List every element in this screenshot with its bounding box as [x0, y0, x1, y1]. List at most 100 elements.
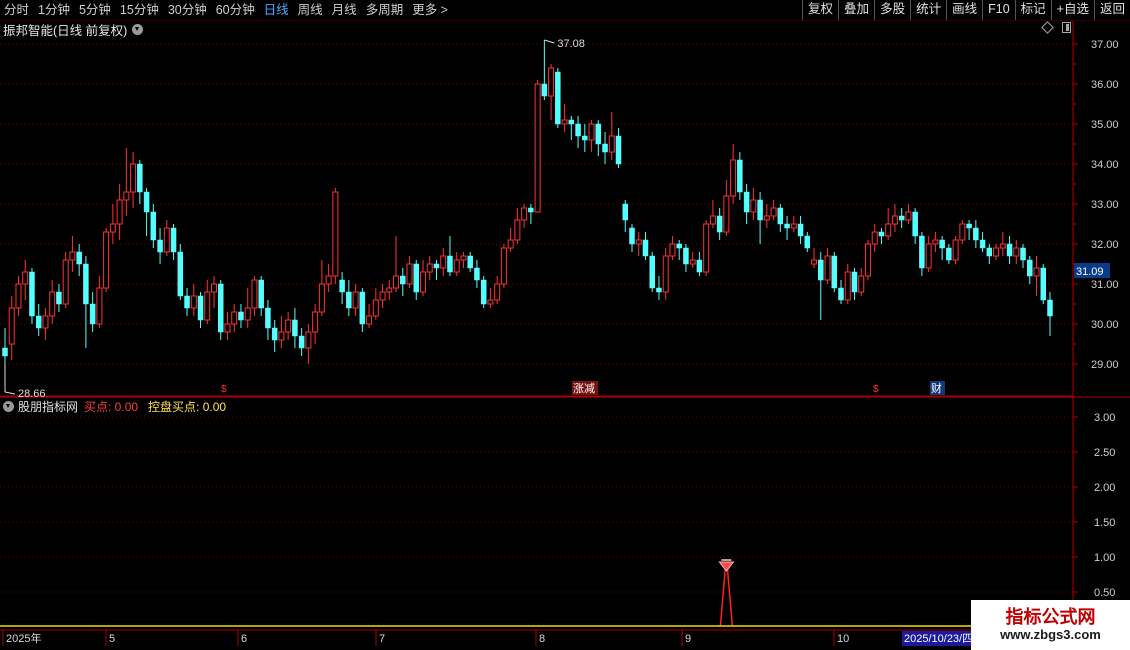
candle[interactable] — [393, 236, 400, 292]
candle[interactable] — [568, 116, 575, 140]
candle[interactable] — [858, 268, 865, 296]
candle[interactable] — [190, 284, 197, 316]
candle[interactable] — [143, 188, 150, 236]
candle[interactable] — [656, 276, 662, 300]
candle[interactable] — [999, 232, 1006, 256]
candle[interactable] — [386, 280, 393, 300]
candle[interactable] — [400, 268, 406, 296]
candle[interactable] — [130, 152, 137, 208]
candle[interactable] — [244, 288, 251, 328]
candle[interactable] — [352, 284, 359, 316]
candle[interactable] — [1020, 244, 1026, 268]
candle[interactable] — [676, 240, 682, 260]
candle[interactable] — [662, 248, 669, 300]
candle[interactable] — [891, 204, 898, 232]
candle[interactable] — [912, 208, 918, 244]
candle[interactable] — [278, 316, 285, 348]
candle[interactable] — [271, 320, 278, 352]
candle[interactable] — [561, 104, 568, 132]
finance-marker[interactable]: 财 — [931, 381, 942, 395]
candle[interactable] — [8, 296, 15, 360]
candle[interactable] — [500, 244, 507, 288]
candle[interactable] — [757, 192, 763, 244]
candle[interactable] — [608, 112, 615, 160]
candle[interactable] — [615, 128, 622, 168]
candle[interactable] — [622, 200, 629, 232]
candle[interactable] — [642, 232, 649, 260]
candle[interactable] — [406, 256, 413, 288]
candle[interactable] — [932, 232, 939, 252]
candle[interactable] — [265, 300, 271, 340]
candle[interactable] — [878, 228, 885, 244]
candle[interactable] — [784, 216, 790, 240]
candle[interactable] — [750, 188, 757, 220]
candle[interactable] — [447, 236, 453, 276]
candle[interactable] — [211, 276, 217, 308]
candle[interactable] — [818, 252, 824, 320]
candle[interactable] — [217, 280, 224, 340]
candle[interactable] — [96, 276, 103, 328]
candle[interactable] — [103, 228, 110, 292]
candle[interactable] — [1047, 292, 1053, 336]
candle[interactable] — [541, 40, 548, 100]
candle[interactable] — [582, 124, 588, 152]
candle[interactable] — [811, 248, 818, 268]
candle[interactable] — [339, 272, 345, 304]
candle[interactable] — [83, 256, 89, 348]
candle[interactable] — [137, 160, 143, 204]
candle[interactable] — [689, 252, 696, 268]
candle[interactable] — [258, 276, 264, 316]
candle[interactable] — [919, 232, 925, 276]
candle[interactable] — [946, 244, 952, 264]
candle[interactable] — [514, 208, 521, 244]
candle[interactable] — [359, 288, 366, 332]
candle[interactable] — [150, 204, 157, 248]
candle[interactable] — [851, 268, 858, 300]
candle[interactable] — [1033, 256, 1040, 296]
candle[interactable] — [76, 244, 82, 276]
candle[interactable] — [163, 220, 170, 256]
candle[interactable] — [480, 276, 487, 308]
candle[interactable] — [716, 208, 723, 240]
candle[interactable] — [292, 308, 298, 348]
candle[interactable] — [629, 224, 635, 252]
candle[interactable] — [696, 252, 703, 276]
candle[interactable] — [905, 204, 912, 224]
candle[interactable] — [1006, 236, 1013, 264]
candle[interactable] — [420, 260, 426, 296]
candle[interactable] — [709, 200, 716, 228]
candle[interactable] — [925, 236, 932, 272]
candle[interactable] — [440, 248, 447, 276]
candle[interactable] — [22, 260, 29, 300]
candle[interactable] — [224, 312, 231, 340]
candle[interactable] — [49, 280, 56, 324]
candle[interactable] — [346, 280, 352, 316]
candle[interactable] — [170, 224, 177, 260]
limit-up-marker[interactable]: 涨减 — [573, 382, 595, 395]
candle[interactable] — [804, 232, 811, 252]
candle[interactable] — [453, 252, 460, 276]
candle[interactable] — [844, 264, 851, 304]
candle[interactable] — [460, 252, 467, 268]
candle[interactable] — [116, 184, 123, 240]
candle[interactable] — [993, 244, 1000, 260]
candle[interactable] — [109, 204, 116, 244]
candle[interactable] — [305, 324, 312, 364]
candle[interactable] — [528, 204, 534, 224]
candle[interactable] — [379, 284, 386, 308]
candle[interactable] — [777, 204, 784, 232]
candle[interactable] — [507, 228, 514, 252]
candle[interactable] — [231, 304, 238, 332]
candle[interactable] — [332, 188, 339, 284]
candle[interactable] — [157, 228, 163, 264]
candle[interactable] — [939, 236, 945, 260]
candle[interactable] — [555, 68, 561, 128]
candle[interactable] — [413, 260, 420, 300]
candle[interactable] — [730, 144, 737, 204]
candle[interactable] — [966, 220, 972, 240]
candle[interactable] — [15, 276, 22, 316]
dollar-marker[interactable]: $ — [221, 384, 227, 395]
candle[interactable] — [372, 288, 379, 320]
candle[interactable] — [1027, 256, 1033, 284]
candle[interactable] — [494, 276, 501, 304]
